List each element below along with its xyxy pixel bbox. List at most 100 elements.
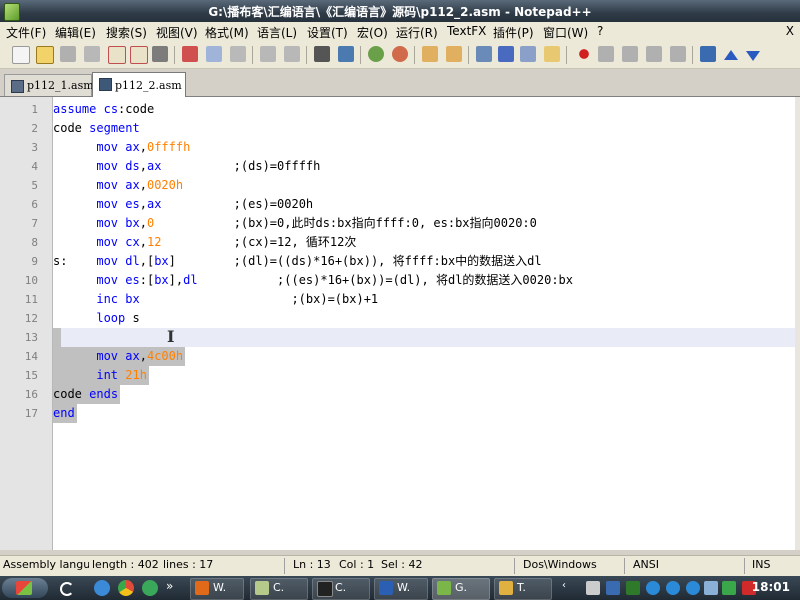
code-line[interactable]: loop s [53, 309, 139, 328]
code-line[interactable]: mov ax,4c00h [53, 347, 183, 366]
tray-expand-icon[interactable]: ‹ [562, 580, 576, 594]
overflow-chevron-icon[interactable]: » [166, 579, 182, 595]
menu-run[interactable]: 运行(R) [396, 24, 438, 41]
vertical-scrollbar[interactable] [795, 97, 800, 550]
code-token: 12 [146, 235, 162, 249]
close-document-button[interactable]: X [786, 24, 794, 38]
stop-recording-icon[interactable] [598, 46, 614, 62]
menu-macro[interactable]: 宏(O) [357, 24, 388, 41]
menu-edit[interactable]: 编辑(E) [55, 24, 96, 41]
antivirus-icon[interactable] [722, 581, 736, 595]
menu-format[interactable]: 格式(M) [205, 24, 249, 41]
taskbar-button-word[interactable]: W. [374, 578, 428, 600]
close-file-icon[interactable] [108, 46, 126, 64]
menu-plugins[interactable]: 插件(P) [493, 24, 534, 41]
play-macro-icon[interactable] [622, 46, 638, 62]
toolbar [0, 42, 800, 69]
line-number-gutter: 1 2 3 4 5 6 7 8 9 10 11 12 13 14 15 16 17 [0, 97, 53, 550]
code-line[interactable]: mov bx,0 ;(bx)=0,此时ds:bx指向ffff:0, es:bx指… [53, 214, 537, 233]
display-icon[interactable] [704, 581, 718, 595]
scroll-up-icon[interactable] [724, 50, 738, 60]
qq-icon[interactable] [686, 581, 700, 595]
user-defined-language-icon[interactable] [544, 46, 560, 62]
code-line[interactable]: code segment [53, 119, 140, 138]
replace-icon[interactable] [338, 46, 354, 62]
record-macro-icon[interactable] [576, 46, 592, 62]
qq-icon[interactable] [666, 581, 680, 595]
code-token: ax [125, 349, 140, 363]
save-all-icon[interactable] [84, 46, 100, 62]
menu-settings[interactable]: 设置(T) [307, 24, 348, 41]
menu-language[interactable]: 语言(L) [257, 24, 297, 41]
code-token: ds [125, 159, 140, 173]
new-file-icon[interactable] [12, 46, 30, 64]
browser-icon[interactable] [142, 580, 158, 596]
open-file-icon[interactable] [36, 46, 54, 64]
clock[interactable]: 18:01 [752, 580, 790, 594]
find-icon[interactable] [314, 46, 330, 62]
line-number: 13 [24, 331, 38, 344]
paste-icon[interactable] [230, 46, 246, 62]
code-line[interactable]: mov ax,0ffffh [53, 138, 190, 157]
indent-guide-icon[interactable] [520, 46, 536, 62]
save-icon[interactable] [60, 46, 76, 62]
menu-help[interactable]: ? [597, 24, 603, 38]
code-line[interactable]: s: mov dl,[bx] ;(dl)=((ds)*16+(bx)), 将ff… [53, 252, 542, 271]
code-line[interactable]: mov es:[bx],dl ;((es)*16+(bx))=(dl), 将dl… [53, 271, 573, 290]
redo-icon[interactable] [284, 46, 300, 62]
save-macro-icon[interactable] [670, 46, 686, 62]
sync-vertical-scroll-icon[interactable] [422, 46, 438, 62]
code-line[interactable]: inc bx ;(bx)=(bx)+1 [53, 290, 378, 309]
network-icon[interactable] [606, 581, 620, 595]
code-line[interactable]: mov es,ax ;(es)=0020h [53, 195, 313, 214]
refresh-icon[interactable] [60, 582, 74, 596]
taskbar-button-wps[interactable]: W. [190, 578, 244, 600]
keyboard-icon[interactable] [586, 581, 600, 595]
code-line[interactable]: code ends [53, 385, 118, 404]
toolbar-separator [414, 46, 415, 64]
code-token: 0ffffh [146, 140, 191, 154]
code-line[interactable]: end [53, 404, 75, 423]
zoom-in-icon[interactable] [368, 46, 384, 62]
chrome-icon[interactable] [118, 580, 134, 596]
tab-p112-2[interactable]: p112_2.asm [92, 72, 186, 97]
code-line[interactable]: int 21h [53, 366, 147, 385]
menu-textfx[interactable]: TextFX [447, 24, 486, 38]
menu-file[interactable]: 文件(F) [6, 24, 46, 41]
toolbar-separator [468, 46, 469, 64]
code-token: ,[ [139, 254, 155, 268]
cmd-icon [317, 581, 333, 597]
play-macro-multiple-icon[interactable] [646, 46, 662, 62]
show-all-characters-icon[interactable] [498, 46, 514, 62]
internet-explorer-icon[interactable] [94, 580, 110, 596]
print-icon[interactable] [152, 46, 168, 62]
menu-window[interactable]: 窗口(W) [543, 24, 588, 41]
menu-search[interactable]: 搜索(S) [106, 24, 147, 41]
code-line[interactable]: mov cx,12 ;(cx)=12, 循环12次 [53, 233, 356, 252]
code-line[interactable]: assume cs:code [53, 100, 154, 119]
taskbar-button-notepad[interactable]: C. [250, 578, 308, 600]
code-line[interactable]: mov ax,0020h [53, 176, 183, 195]
copy-icon[interactable] [206, 46, 222, 62]
code-token: mov [96, 216, 119, 230]
editor[interactable]: 1 2 3 4 5 6 7 8 9 10 11 12 13 14 15 16 17 assume cs:code… [0, 97, 795, 550]
code-area[interactable]: assume cs:code code segment mov ax,0ffffh… [53, 97, 795, 550]
code-line[interactable]: mov ds,ax ;(ds)=0ffffh [53, 157, 320, 176]
menu-view[interactable]: 视图(V) [156, 24, 198, 41]
undo-icon[interactable] [260, 46, 276, 62]
sync-horizontal-scroll-icon[interactable] [446, 46, 462, 62]
zoom-out-icon[interactable] [392, 46, 408, 62]
close-all-icon[interactable] [130, 46, 148, 64]
cut-icon[interactable] [182, 46, 198, 62]
start-button[interactable] [2, 578, 48, 598]
taskbar-button-explorer[interactable]: T. [494, 578, 552, 600]
taskbar-button-notepadpp[interactable]: G. [432, 578, 490, 600]
word-wrap-icon[interactable] [476, 46, 492, 62]
qq-icon[interactable] [646, 581, 660, 595]
scroll-down-icon[interactable] [746, 51, 760, 61]
tab-p112-1[interactable]: p112_1.asm [4, 74, 94, 96]
trim-icon[interactable] [700, 46, 716, 62]
code-token: mov [96, 254, 119, 268]
taskbar-button-cmd[interactable]: C. [312, 578, 370, 600]
security-icon[interactable] [626, 581, 640, 595]
